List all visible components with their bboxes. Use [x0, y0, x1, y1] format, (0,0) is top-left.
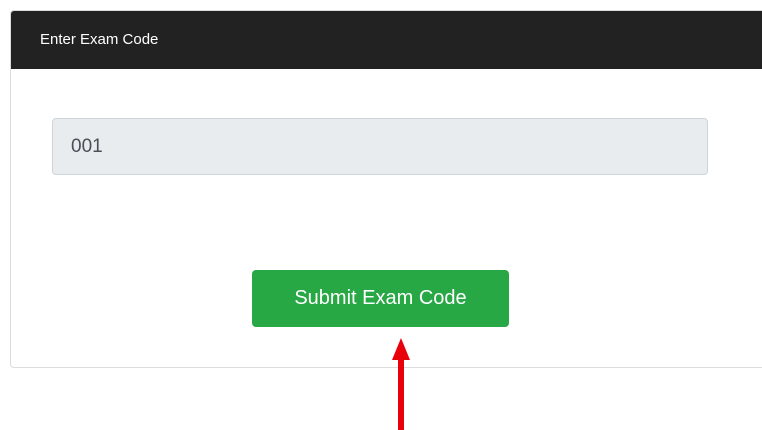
exam-code-input[interactable]: [52, 118, 708, 175]
card-header-title: Enter Exam Code: [11, 11, 762, 69]
arrow-up-icon: [392, 338, 410, 430]
submit-exam-code-button[interactable]: Submit Exam Code: [252, 270, 509, 327]
